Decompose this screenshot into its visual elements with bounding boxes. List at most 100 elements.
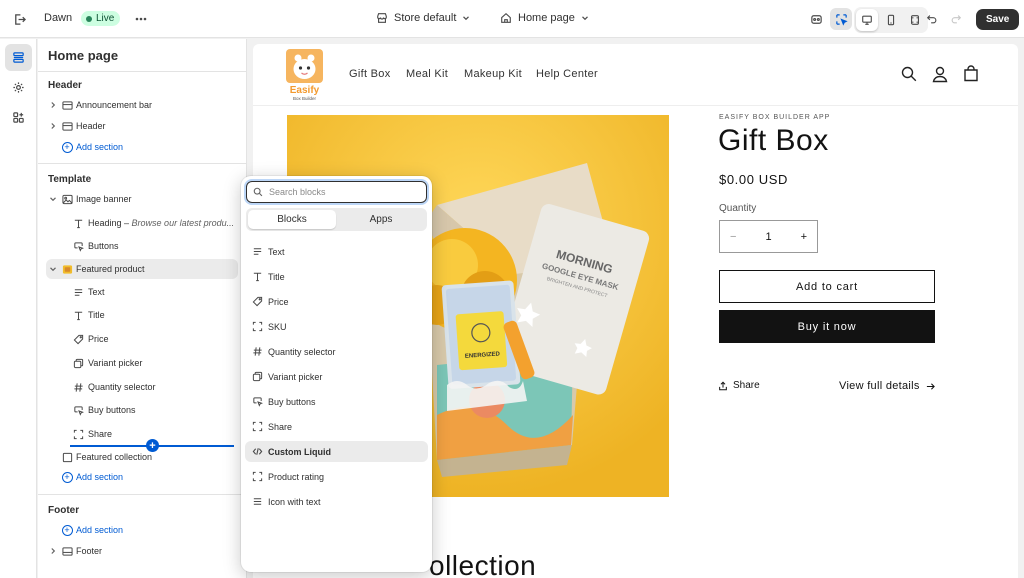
block-heading[interactable]: Heading – Browse our latest produ... [38,213,247,233]
quantity-value[interactable]: 1 [765,231,771,243]
block-quantity-selector[interactable]: Quantity selector [38,377,247,397]
hashtag-icon [251,346,263,358]
quantity-decrease-button[interactable]: − [730,231,736,243]
nav-makeup-kit[interactable]: Makeup Kit [464,68,522,80]
redo-icon[interactable] [945,8,967,30]
block-label: Text [88,287,105,297]
block-label: Buttons [88,241,119,251]
dash-separator: – [121,218,132,228]
section-featured-product[interactable]: Featured product [46,259,238,279]
save-button[interactable]: Save [976,9,1020,30]
block-option-product-rating[interactable]: Product rating [245,466,428,487]
block-text[interactable]: Text [38,282,247,302]
block-option-label: SKU [268,321,287,332]
block-option-label: Buy buttons [268,396,316,407]
block-title[interactable]: Title [38,305,247,325]
section-announcement-bar[interactable]: Announcement bar [38,95,247,115]
section-label: Header [76,121,106,131]
apps-icon[interactable] [5,104,32,131]
buy-now-button[interactable]: Buy it now [719,310,935,343]
chevron-right-icon[interactable] [49,547,57,555]
block-option-text[interactable]: Text [245,241,428,262]
chevron-right-icon[interactable] [49,122,57,130]
view-full-details-link[interactable]: View full details [839,380,935,392]
share-label: Share [733,380,760,391]
price-tag-icon [251,296,263,308]
frame-icon [251,421,263,433]
section-footer[interactable]: Footer [38,541,247,561]
chevron-down-icon[interactable] [49,265,57,273]
search-blocks-input[interactable] [269,187,419,197]
share-button[interactable]: Share [718,380,760,391]
theme-name: Dawn [44,12,73,24]
block-option-variant-picker[interactable]: Variant picker [245,366,428,387]
block-label: Variant picker [88,358,143,368]
header-group-label: Header [48,80,82,91]
live-dot [86,15,92,22]
nav-meal-kit[interactable]: Meal Kit [406,68,448,80]
mobile-icon[interactable] [880,9,902,31]
block-option-label: Share [268,421,293,432]
tab-blocks[interactable]: Blocks [248,210,336,229]
block-option-label: Quantity selector [268,346,336,357]
section-header[interactable]: Header [38,116,247,136]
add-section-header-button[interactable]: + Add section [38,137,247,157]
exit-icon[interactable] [8,8,30,30]
layout-icon [61,545,73,557]
price-tag-icon [72,333,84,345]
live-badge: Live [81,11,121,26]
cart-icon[interactable] [962,65,980,83]
search-icon[interactable] [900,65,918,83]
live-label: Live [96,13,115,24]
section-label: Featured product [76,264,145,274]
block-buy-buttons[interactable]: Buy buttons [38,400,247,420]
more-actions-icon[interactable] [130,8,152,30]
block-option-quantity-selector[interactable]: Quantity selector [245,341,428,362]
product-vendor: EASIFY BOX BUILDER APP [719,114,831,121]
block-share[interactable]: Share [38,424,247,444]
nav-gift-box[interactable]: Gift Box [349,68,391,80]
block-option-buy-buttons[interactable]: Buy buttons [245,391,428,412]
section-image-banner[interactable]: Image banner [38,189,247,209]
nav-help-center[interactable]: Help Center [536,68,598,80]
cursor-button-icon [72,404,84,416]
text-icon [72,286,84,298]
section-featured-collection[interactable]: Featured collection [38,447,247,467]
store-selector-label: Store default [394,12,457,24]
desktop-icon[interactable] [856,9,878,31]
block-option-share[interactable]: Share [245,416,428,437]
block-option-title[interactable]: Title [245,266,428,287]
sections-icon[interactable] [5,44,32,71]
add-to-cart-button[interactable]: Add to cart [719,270,935,303]
add-section-footer-button[interactable]: + Add section [38,520,247,540]
block-option-label: Custom Liquid [268,446,331,457]
store-logo[interactable]: Easify Box Builder [286,49,323,101]
divider [38,71,247,72]
store-selector[interactable]: Store default [376,12,470,24]
product-price: $0.00 USD [719,172,788,187]
theme-settings-icon[interactable] [5,74,32,101]
block-option-custom-liquid[interactable]: Custom Liquid [245,441,428,462]
cursor-button-icon [251,396,263,408]
account-icon[interactable] [931,65,949,83]
chevron-right-icon[interactable] [49,101,57,109]
block-option-price[interactable]: Price [245,291,428,312]
quantity-increase-button[interactable]: + [801,231,807,243]
collection-icon [61,451,73,463]
plus-circle-icon: + [61,524,73,536]
select-element-icon[interactable] [830,8,852,30]
block-buttons[interactable]: Buttons [38,236,247,256]
inspector-icon[interactable] [805,8,827,30]
page-selector[interactable]: Home page [500,12,589,24]
block-price[interactable]: Price [38,329,247,349]
block-option-sku[interactable]: SKU [245,316,428,337]
block-option-icon-with-text[interactable]: Icon with text [245,491,428,512]
block-variant-picker[interactable]: Variant picker [38,353,247,373]
arrow-right-icon [926,382,935,390]
chevron-down-icon[interactable] [49,195,57,203]
block-label: Price [88,334,109,344]
undo-icon[interactable] [921,8,943,30]
tab-apps[interactable]: Apps [337,210,425,229]
add-section-template-button[interactable]: + Add section [38,467,247,487]
image-icon [61,193,73,205]
